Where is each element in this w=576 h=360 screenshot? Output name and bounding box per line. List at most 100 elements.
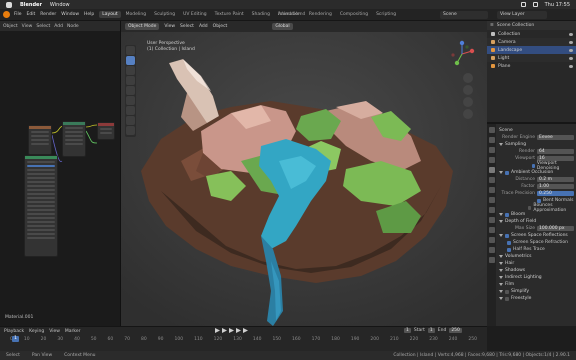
timeline-menu-playback[interactable]: Playback [4, 329, 24, 334]
start-frame-field[interactable]: 1 [427, 328, 435, 333]
menu-file[interactable]: File [14, 12, 22, 17]
menu-render[interactable]: Render [40, 12, 56, 17]
physics-tab-icon[interactable] [489, 217, 495, 223]
pan-hand-icon[interactable] [463, 85, 473, 95]
visibility-eye-icon[interactable] [569, 56, 573, 60]
grid-view-icon[interactable] [463, 109, 473, 119]
viewport-denoise-checkbox[interactable] [531, 163, 535, 168]
outliner-row-landscape[interactable]: Landscape [487, 46, 576, 54]
tab-texture-paint[interactable]: Texture Paint [212, 11, 247, 18]
tab-compositing[interactable]: Compositing [337, 11, 371, 18]
menu-help[interactable]: Help [84, 12, 94, 17]
tweak-tool-icon[interactable] [126, 46, 135, 55]
bounces-checkbox[interactable] [528, 205, 532, 210]
max-size-field[interactable]: 100.000 px [537, 226, 574, 231]
simplify-checkbox[interactable] [505, 289, 509, 294]
jump-end-icon[interactable] [243, 328, 248, 333]
timeline-ruler[interactable]: 0102030405060708090100110120130140150160… [0, 337, 487, 343]
outliner-row-collection[interactable]: Collection [487, 30, 576, 38]
move-tool-icon[interactable] [126, 76, 135, 85]
render-samples-field[interactable]: 64 [537, 149, 574, 154]
menu-window[interactable]: Window [61, 12, 79, 17]
jump-start-icon[interactable] [215, 328, 220, 333]
shader-node-editor[interactable]: Object View Select Add Node Material.001 [0, 21, 121, 326]
navigation-gizmo[interactable] [447, 39, 477, 69]
texture-tab-icon[interactable] [489, 257, 495, 263]
menu-edit[interactable]: Edit [27, 12, 36, 17]
trace-precision-field[interactable]: 0.250 [537, 191, 574, 196]
tab-sculpting[interactable]: Sculpting [151, 11, 178, 18]
depth-of-field-section[interactable]: Depth of Field [499, 218, 574, 225]
tab-rendering[interactable]: Rendering [306, 11, 335, 18]
visibility-eye-icon[interactable] [569, 32, 573, 36]
world-tab-icon[interactable] [489, 177, 495, 183]
measure-tool-icon[interactable] [126, 126, 135, 135]
app-menu-blender[interactable]: Blender [20, 2, 42, 8]
render-engine-dropdown[interactable]: Eevee [537, 135, 574, 140]
hair-section[interactable]: Hair [499, 260, 574, 267]
battery-icon[interactable] [532, 2, 538, 7]
indirect-lighting-section[interactable]: Indirect Lighting [499, 274, 574, 281]
render-tab-icon[interactable] [489, 137, 495, 143]
viewport-menu-object[interactable]: Object [213, 24, 228, 29]
outliner-row-camera[interactable]: Camera [487, 38, 576, 46]
half-res-checkbox[interactable] [507, 247, 511, 252]
blender-logo-icon[interactable] [3, 11, 10, 18]
camera-view-icon[interactable] [463, 97, 473, 107]
viewport-menu-view[interactable]: View [164, 24, 175, 29]
view-layer-tab-icon[interactable] [489, 157, 495, 163]
wifi-icon[interactable] [520, 2, 526, 7]
ambient-occlusion-checkbox[interactable] [505, 170, 509, 175]
freestyle-section[interactable]: Freestyle [499, 295, 574, 302]
cursor-tool-icon[interactable] [126, 66, 135, 75]
factor-field[interactable]: 1.00 [537, 184, 574, 189]
simplify-section[interactable]: Simplify [499, 288, 574, 295]
outliner-row-plane[interactable]: Plane [487, 62, 576, 70]
outliner-row-light[interactable]: Light [487, 54, 576, 62]
tab-modeling[interactable]: Modeling [123, 11, 149, 18]
timeline-menu-marker[interactable]: Marker [65, 329, 81, 334]
visibility-eye-icon[interactable] [569, 48, 573, 52]
playhead[interactable]: 1 [12, 336, 19, 342]
output-tab-icon[interactable] [489, 147, 495, 153]
end-frame-field[interactable]: 250 [449, 328, 462, 333]
ssr-section[interactable]: Screen Space Reflections [499, 232, 574, 239]
visibility-eye-icon[interactable] [569, 40, 573, 44]
orientation-dropdown[interactable]: Global [272, 23, 293, 30]
principled-bsdf-node[interactable] [24, 155, 58, 257]
timeline-panel[interactable]: Playback Keying View Marker 1 Start 1 En… [0, 326, 487, 351]
step-back-icon[interactable] [222, 328, 227, 333]
outliner-filter-icon[interactable]: ≡ [490, 23, 494, 28]
object-tab-icon[interactable] [489, 187, 495, 193]
material-output-node[interactable] [97, 122, 115, 140]
tab-shading[interactable]: Shading [249, 11, 273, 18]
tool-tab-icon[interactable] [489, 127, 495, 133]
transform-tool-icon[interactable] [126, 106, 135, 115]
shadows-section[interactable]: Shadows [499, 267, 574, 274]
scale-tool-icon[interactable] [126, 96, 135, 105]
step-forward-icon[interactable] [236, 328, 241, 333]
object-mode-dropdown[interactable]: Object Mode [125, 23, 160, 30]
viewport-menu-select[interactable]: Select [180, 24, 194, 29]
scene-selector[interactable]: Scene [440, 10, 488, 19]
freestyle-checkbox[interactable] [505, 296, 509, 301]
texture-node[interactable] [28, 125, 52, 155]
current-frame-field[interactable]: 1 [404, 328, 411, 333]
constraints-tab-icon[interactable] [489, 227, 495, 233]
color-ramp-node[interactable] [62, 121, 86, 157]
apple-icon[interactable] [6, 1, 12, 8]
zoom-icon[interactable] [463, 73, 473, 83]
play-icon[interactable] [229, 328, 234, 333]
select-box-tool-icon[interactable] [126, 56, 135, 65]
distance-field[interactable]: 0.2 m [537, 177, 574, 182]
tab-uv-editing[interactable]: UV Editing [180, 11, 209, 18]
annotate-tool-icon[interactable] [126, 116, 135, 125]
rotate-tool-icon[interactable] [126, 86, 135, 95]
visibility-eye-icon[interactable] [569, 64, 573, 68]
particles-tab-icon[interactable] [489, 207, 495, 213]
tab-scripting[interactable]: Scripting [373, 11, 399, 18]
film-section[interactable]: Film [499, 281, 574, 288]
menu-clock[interactable]: Thu 17:55 [545, 2, 570, 8]
view-layer-selector[interactable]: View Layer [497, 10, 547, 19]
modifier-tab-icon[interactable] [489, 197, 495, 203]
